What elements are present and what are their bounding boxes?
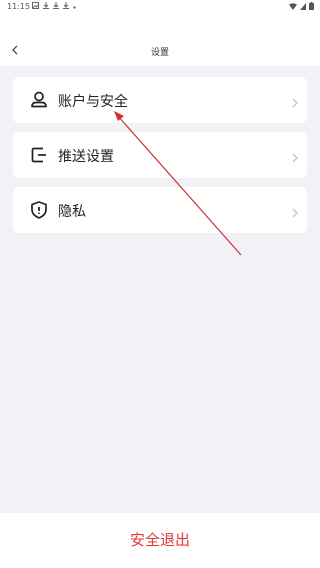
status-bar: 11:15 [0,0,320,14]
bottom-bar: 安全退出 [0,513,320,568]
battery-icon [309,2,314,12]
dot-icon [73,3,76,11]
exit-icon [29,145,49,165]
settings-item-push[interactable]: 推送设置 [13,132,307,178]
settings-item-label: 隐私 [58,204,86,220]
chevron-right-icon [291,204,299,218]
settings-item-label: 账户与安全 [58,94,128,110]
logout-button[interactable]: 安全退出 [0,529,320,550]
download-icon [63,2,69,11]
settings-item-account-security[interactable]: 账户与安全 [13,77,307,123]
chevron-right-icon [291,94,299,108]
status-time: 11:15 [7,2,31,11]
settings-item-privacy[interactable]: 隐私 [13,187,307,233]
download-icon [53,2,59,11]
download-icon [43,2,49,11]
wifi-icon [289,2,297,12]
system-icons [289,2,314,12]
image-icon [32,2,39,11]
user-icon [29,90,49,110]
app-header: 设置 [0,14,320,66]
chevron-right-icon [291,149,299,163]
signal-icon [300,2,306,12]
notification-icons [32,2,76,11]
settings-item-label: 推送设置 [58,149,114,165]
shield-icon [29,200,49,220]
page-title: 设置 [150,48,169,58]
